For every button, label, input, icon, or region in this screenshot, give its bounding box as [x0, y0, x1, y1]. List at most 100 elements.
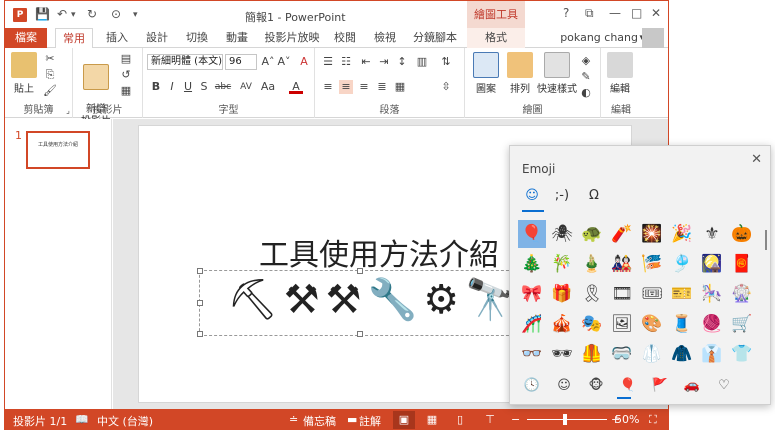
- emoji-cell[interactable]: 🎗: [578, 280, 606, 308]
- emoji-cell[interactable]: 🎃: [728, 220, 756, 248]
- maximize-icon[interactable]: □: [631, 6, 642, 20]
- emoji-cell[interactable]: 🎈: [518, 220, 546, 248]
- align-left-icon[interactable]: ≡: [321, 80, 335, 94]
- font-name-combo[interactable]: 新細明體 (本文): [147, 54, 223, 70]
- zoom-slider-thumb[interactable]: [563, 414, 567, 425]
- emoji-category-icon[interactable]: 🎈: [614, 378, 642, 393]
- emoji-cell[interactable]: 🎭: [578, 310, 606, 338]
- emoji-category-icon[interactable]: ☺: [550, 378, 578, 393]
- align-right-icon[interactable]: ≡: [357, 80, 371, 94]
- emoji-cell[interactable]: 🧧: [728, 250, 756, 278]
- user-name[interactable]: pokang chang: [560, 31, 638, 44]
- emoji-panel-close-icon[interactable]: ✕: [751, 152, 762, 167]
- emoji-cell[interactable]: 🧵: [668, 310, 696, 338]
- emoji-cell[interactable]: 🥽: [608, 340, 636, 368]
- emoji-cell[interactable]: 🐢: [578, 220, 606, 248]
- tab-view[interactable]: 檢視: [367, 28, 403, 48]
- paste-button[interactable]: 貼上: [9, 52, 39, 95]
- undo-dropdown-icon[interactable]: ▾: [71, 10, 76, 20]
- emoji-cell[interactable]: 👕: [728, 340, 756, 368]
- tab-file[interactable]: 檔案: [5, 28, 47, 48]
- clear-format-icon[interactable]: A: [297, 55, 311, 69]
- ribbon-display-options-icon[interactable]: ⧉: [585, 6, 594, 21]
- font-color-button[interactable]: A: [289, 80, 303, 94]
- shrink-font-icon[interactable]: A˅: [277, 55, 291, 69]
- fit-slide-icon[interactable]: ⛶: [649, 413, 657, 427]
- emoji-cell[interactable]: 👔: [698, 340, 726, 368]
- emoji-cell[interactable]: 🎑: [698, 250, 726, 278]
- notes-button[interactable]: 備忘稿: [303, 413, 336, 429]
- emoji-cell[interactable]: 👓: [518, 340, 546, 368]
- line-spacing-icon[interactable]: ↕: [395, 55, 409, 69]
- emoji-cell[interactable]: 🎏: [638, 250, 666, 278]
- emoji-cell[interactable]: 🕷: [548, 220, 576, 248]
- decrease-indent-icon[interactable]: ⇤: [359, 55, 373, 69]
- emoji-cell[interactable]: 🎠: [698, 280, 726, 308]
- emoji-cell[interactable]: 🎞: [608, 280, 636, 308]
- emoji-cell[interactable]: 🎎: [608, 250, 636, 278]
- reset-icon[interactable]: ↺: [119, 68, 133, 82]
- emoji-cell[interactable]: 🧶: [698, 310, 726, 338]
- bold-button[interactable]: B: [149, 80, 163, 94]
- customize-quick-access-icon[interactable]: ▾: [133, 10, 138, 20]
- emoji-cell[interactable]: 🎫: [668, 280, 696, 308]
- emoji-category-icon[interactable]: 🚗: [678, 378, 706, 393]
- avatar[interactable]: [642, 28, 664, 48]
- presenter-icon[interactable]: ⊙: [111, 7, 121, 21]
- emoji-cell[interactable]: 🎉: [668, 220, 696, 248]
- copy-icon[interactable]: ⎘: [43, 68, 57, 82]
- bullets-icon[interactable]: ☰: [321, 55, 335, 69]
- emoji-cell[interactable]: 🕶: [548, 340, 576, 368]
- save-icon[interactable]: 💾: [35, 7, 50, 21]
- resize-handle[interactable]: [197, 331, 203, 337]
- emoji-cell[interactable]: 🛒: [728, 310, 756, 338]
- undo-icon[interactable]: ↶: [57, 7, 67, 21]
- tab-review[interactable]: 校閱: [327, 28, 363, 48]
- tab-insert[interactable]: 插入: [99, 28, 135, 48]
- emoji-tab-kaomoji[interactable]: ;-): [550, 188, 574, 203]
- emoji-scrollbar[interactable]: [765, 230, 767, 250]
- resize-handle[interactable]: [197, 300, 203, 306]
- slide-title-text[interactable]: 工具使用方法介紹: [259, 230, 499, 274]
- emoji-category-icon[interactable]: 🐵: [582, 378, 610, 393]
- tab-storyboard[interactable]: 分鏡腳本: [407, 28, 463, 48]
- font-size-combo[interactable]: 96: [225, 54, 257, 70]
- quick-styles-button[interactable]: 快速樣式: [537, 52, 577, 95]
- emoji-category-icon[interactable]: 🚩: [646, 378, 674, 393]
- numbering-icon[interactable]: ☷: [339, 55, 353, 69]
- shape-fill-icon[interactable]: ◈: [579, 54, 593, 68]
- emoji-cell[interactable]: 🎪: [548, 310, 576, 338]
- emoji-cell[interactable]: 🎟: [638, 280, 666, 308]
- spell-check-icon[interactable]: 📖: [75, 413, 89, 426]
- shape-outline-icon[interactable]: ✎: [579, 70, 593, 84]
- columns-icon[interactable]: ▥: [415, 55, 429, 69]
- justify-icon[interactable]: ≣: [375, 80, 389, 94]
- emoji-cell[interactable]: 🎁: [548, 280, 576, 308]
- redo-icon[interactable]: ↻: [87, 7, 97, 21]
- strikethrough-button[interactable]: abc: [213, 80, 233, 94]
- resize-handle[interactable]: [197, 268, 203, 274]
- char-spacing-button[interactable]: AV: [237, 80, 255, 94]
- emoji-cell[interactable]: 🎋: [548, 250, 576, 278]
- normal-view-icon[interactable]: ▣: [393, 411, 415, 429]
- tab-home[interactable]: 常用: [55, 28, 93, 49]
- change-case-button[interactable]: Aa: [259, 80, 277, 94]
- emoji-cell[interactable]: 🧨: [608, 220, 636, 248]
- arrange-button[interactable]: 排列: [505, 52, 535, 95]
- emoji-cell[interactable]: 🎇: [638, 220, 666, 248]
- align-text-icon[interactable]: ⇳: [439, 80, 453, 94]
- new-slide-button[interactable]: 新增 投影片: [77, 52, 115, 128]
- resize-handle[interactable]: [357, 331, 363, 337]
- tab-transitions[interactable]: 切換: [179, 28, 215, 48]
- emoji-cell[interactable]: 🎐: [668, 250, 696, 278]
- grow-font-icon[interactable]: A˄: [261, 55, 275, 69]
- emoji-tab-symbols[interactable]: Ω: [582, 188, 606, 203]
- zoom-slider-track[interactable]: [527, 419, 607, 420]
- slide-sorter-icon[interactable]: ▦: [421, 411, 443, 429]
- format-painter-icon[interactable]: 🖌: [43, 84, 57, 98]
- distributed-icon[interactable]: ▦: [393, 80, 407, 94]
- language-status[interactable]: 中文 (台灣): [97, 413, 153, 429]
- minimize-icon[interactable]: —: [609, 6, 621, 20]
- close-icon[interactable]: ✕: [651, 6, 661, 20]
- align-center-icon[interactable]: ≡: [339, 80, 353, 94]
